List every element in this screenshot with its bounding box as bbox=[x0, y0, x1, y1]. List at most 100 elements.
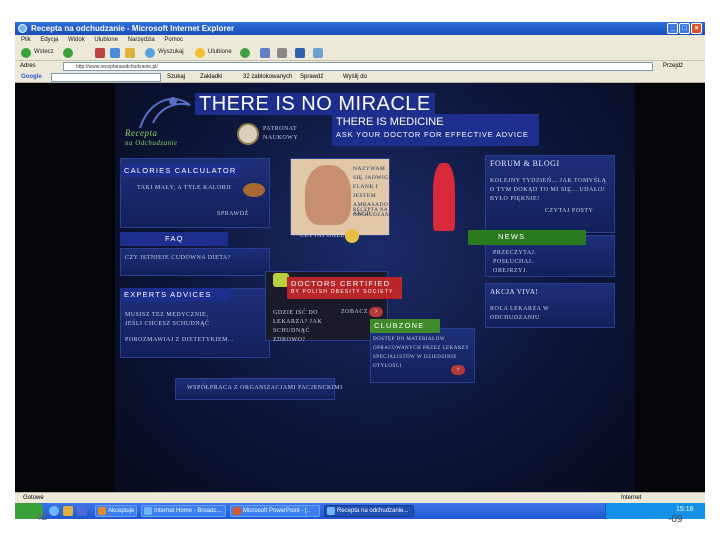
address-url: http://www.receptanaodchudzanie.pl/ bbox=[76, 64, 158, 70]
overlay-faq-label: FAQ bbox=[120, 232, 228, 246]
quicklaunch-desktop-icon[interactable] bbox=[77, 506, 87, 516]
edit-icon[interactable] bbox=[295, 48, 305, 58]
menu-item-help[interactable]: Pomoc bbox=[164, 37, 183, 43]
task-label: Akceptuje bbox=[108, 508, 135, 514]
menu-item-file[interactable]: Plik bbox=[21, 37, 31, 43]
status-bar: Gotowe Internet bbox=[15, 492, 705, 503]
address-label: Adres bbox=[20, 63, 36, 69]
overlay-doctors-box: DOCTORS CERTIFIED BY POLISH OBESITY SOCI… bbox=[287, 277, 402, 299]
menu-item-tools[interactable]: Narzędzia bbox=[128, 37, 155, 43]
task-label: Microsoft PowerPoint - [.. bbox=[243, 508, 311, 514]
overlay-doctors-title: DOCTORS CERTIFIED bbox=[291, 279, 391, 288]
mail-icon[interactable] bbox=[260, 48, 270, 58]
minimize-button[interactable]: _ bbox=[667, 23, 678, 34]
browser-toolbar: Wstecz Wyszukaj Ulubione bbox=[15, 45, 705, 61]
close-button[interactable]: × bbox=[691, 23, 702, 34]
overlay-clubzone-label: CLUBZONE bbox=[370, 319, 440, 333]
faq-text[interactable]: Czy istnieje cudowna dieta? bbox=[125, 255, 231, 261]
overlay-medicine-box: THERE IS MEDICINE ASK YOUR DOCTOR FOR EF… bbox=[332, 114, 539, 146]
favorites-star-icon[interactable] bbox=[195, 48, 205, 58]
google-bookmarks-button[interactable]: Zakładki bbox=[200, 72, 222, 83]
task-item-active[interactable]: Recepta na odchudzanie... bbox=[324, 505, 414, 517]
taskbar: Akceptuje Internet Home - Broadc... Micr… bbox=[15, 503, 705, 519]
go-button[interactable]: Przejdź bbox=[663, 61, 683, 72]
task-item[interactable]: Internet Home - Broadc... bbox=[141, 505, 226, 517]
google-check-button[interactable]: Sprawdź bbox=[300, 72, 323, 83]
task-app-icon bbox=[98, 507, 106, 515]
address-input[interactable]: http://www.receptanaodchudzanie.pl/ bbox=[63, 62, 653, 71]
logo-swirl-icon bbox=[139, 97, 191, 129]
food-image bbox=[243, 183, 265, 197]
menu-item-edit[interactable]: Edycja bbox=[40, 37, 58, 43]
overlay-news-label: NEWS bbox=[468, 230, 586, 245]
logo-line1[interactable]: Recepta bbox=[125, 128, 157, 138]
doctors-text: Gdzie iść do lekarza? Jak schudnąć zdrow… bbox=[273, 310, 323, 343]
news-text: Przeczytaj. Posłuchaj. Obejrzyj. bbox=[493, 250, 537, 274]
task-app-icon bbox=[144, 507, 152, 515]
forum-text: Kolejny tydzień... jak tomyślą o tym dok… bbox=[490, 178, 607, 202]
calculator-link[interactable]: Sprawdź bbox=[217, 211, 249, 217]
partners-text[interactable]: Współpraca z organizacjami pacjenckimi bbox=[187, 385, 343, 391]
window-title: Recepta na odchudzanie - Microsoft Inter… bbox=[31, 24, 235, 33]
home-icon[interactable] bbox=[125, 48, 135, 58]
search-icon[interactable] bbox=[145, 48, 155, 58]
quicklaunch-folder-icon[interactable] bbox=[63, 506, 73, 516]
print-icon[interactable] bbox=[277, 48, 287, 58]
intro-brand: Recepta na Odchudzanie bbox=[353, 208, 395, 218]
forum-link[interactable]: Czytaj posty bbox=[545, 208, 593, 214]
ie-icon bbox=[18, 24, 27, 33]
forward-arrow-icon[interactable] bbox=[63, 48, 73, 58]
window-titlebar: Recepta na odchudzanie - Microsoft Inter… bbox=[15, 22, 705, 35]
woman-red-dress-image bbox=[433, 163, 455, 231]
google-toolbar: Google Szukaj Zakładki 32 zablokowanych … bbox=[15, 72, 705, 83]
refresh-icon[interactable] bbox=[110, 48, 120, 58]
search-label[interactable]: Wyszukaj bbox=[158, 49, 184, 55]
play-icon[interactable] bbox=[345, 229, 359, 243]
discuss-icon[interactable] bbox=[313, 48, 323, 58]
back-arrow-icon[interactable] bbox=[21, 48, 31, 58]
club-arrow-icon[interactable]: › bbox=[451, 365, 465, 375]
viva-title[interactable]: Akcja VIVA! bbox=[490, 288, 538, 296]
ambassador-face-image bbox=[305, 165, 351, 225]
menu-item-favorites[interactable]: Ulubione bbox=[94, 37, 118, 43]
google-send-button[interactable]: Wyślij do bbox=[343, 72, 367, 83]
viva-text: Rola lekarza w odchudzaniu bbox=[490, 306, 550, 321]
slide-number: 42 bbox=[36, 512, 48, 523]
faq-panel[interactable] bbox=[120, 248, 270, 276]
logo-line2[interactable]: na Odchudzanie bbox=[125, 139, 178, 147]
task-label: Internet Home - Broadc... bbox=[154, 508, 222, 514]
stop-icon[interactable] bbox=[95, 48, 105, 58]
maximize-button[interactable]: □ bbox=[679, 23, 690, 34]
back-label[interactable]: Wstecz bbox=[34, 49, 54, 55]
listen-link[interactable]: Czytaj dalej bbox=[300, 233, 348, 239]
task-item[interactable]: Akceptuje bbox=[95, 505, 137, 517]
slide-date: -09 bbox=[668, 514, 683, 525]
overlay-big-title: THERE IS NO MIRACLE bbox=[195, 93, 435, 115]
expert-link[interactable]: Porozmawiaj z dietetykiem... bbox=[125, 337, 234, 343]
task-item[interactable]: Microsoft PowerPoint - [.. bbox=[230, 505, 320, 517]
overlay-calories-label: CALORIES CALCULATOR bbox=[120, 164, 240, 177]
system-tray: 15:16 bbox=[605, 503, 705, 519]
calculator-text: Taki mały, a tyle kalorii bbox=[137, 185, 232, 191]
task-label: Recepta na odchudzanie... bbox=[337, 508, 409, 514]
overlay-doctors-subtitle: BY POLISH OBESITY SOCIETY bbox=[291, 289, 394, 295]
doctors-arrow-icon[interactable]: › bbox=[369, 307, 383, 317]
task-app-icon bbox=[233, 507, 241, 515]
favorites-label[interactable]: Ulubione bbox=[208, 49, 232, 55]
overlay-experts-label: EXPERTS ADVICES bbox=[120, 288, 230, 301]
patronat-text[interactable]: Patronat Naukowy bbox=[263, 125, 309, 143]
overlay-medicine-title: THERE IS MEDICINE bbox=[336, 116, 444, 128]
quicklaunch-ie-icon[interactable] bbox=[49, 506, 59, 516]
menu-item-view[interactable]: Widok bbox=[68, 37, 85, 43]
google-logo: Google bbox=[21, 74, 42, 80]
overlay-medicine-subtitle: ASK YOUR DOCTOR FOR EFFECTIVE ADVICE bbox=[336, 130, 529, 139]
google-search-button[interactable]: Szukaj bbox=[167, 72, 185, 83]
google-popups-blocked[interactable]: 32 zablokowanych bbox=[243, 72, 292, 83]
forum-title[interactable]: Forum & Blogi bbox=[490, 159, 560, 168]
doctors-link[interactable]: Zobacz bbox=[341, 309, 368, 315]
history-icon[interactable] bbox=[240, 48, 250, 58]
address-bar: Adres http://www.receptanaodchudzanie.pl… bbox=[15, 61, 705, 72]
google-search-input[interactable] bbox=[51, 73, 161, 82]
menu-bar: Plik Edycja Widok Ulubione Narzędzia Pom… bbox=[15, 35, 705, 45]
task-app-icon bbox=[327, 507, 335, 515]
